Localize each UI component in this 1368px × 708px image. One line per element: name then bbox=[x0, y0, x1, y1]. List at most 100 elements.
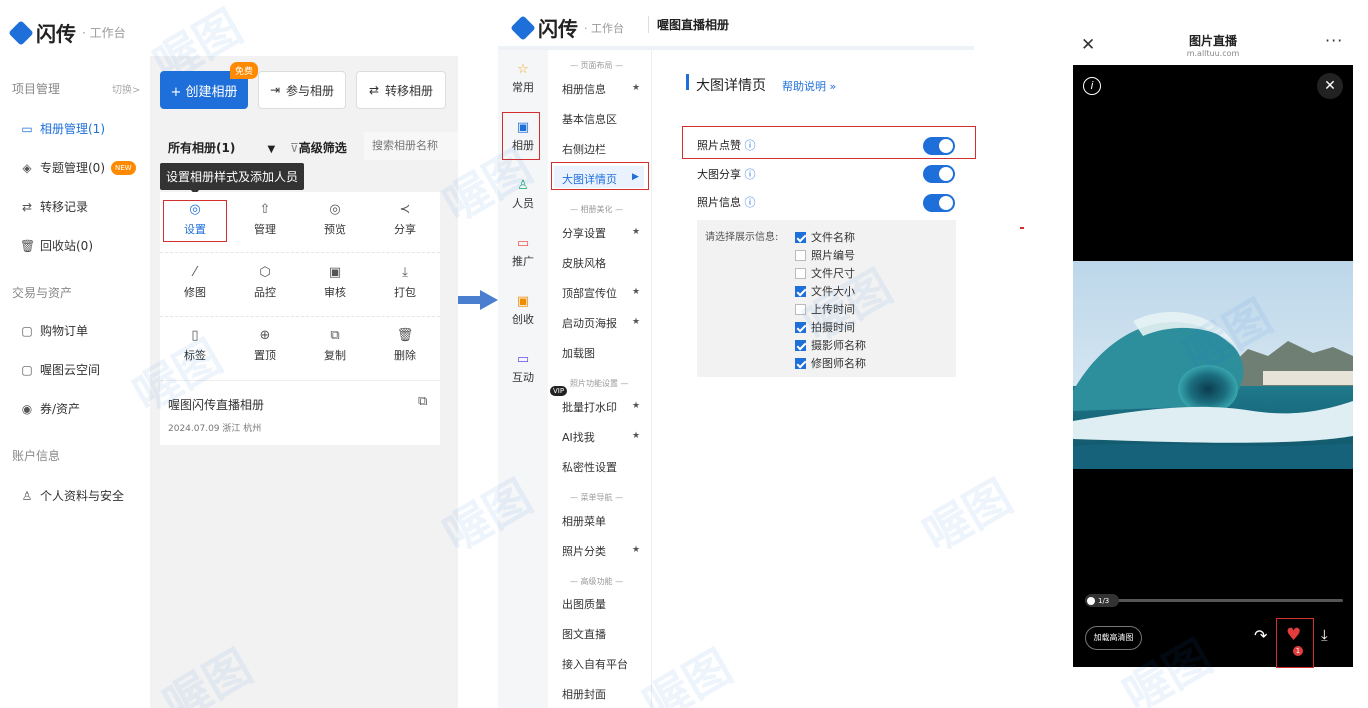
transfer-icon: ⇄ bbox=[368, 83, 380, 97]
workbench-panel: 闪传 · 工作台 项目管理 切换> ▭ 相册管理(1) ◈ 专题管理(0) NE… bbox=[0, 0, 458, 708]
option-photographer[interactable]: 摄影师名称 bbox=[795, 337, 866, 353]
search-album-input[interactable] bbox=[364, 132, 458, 160]
nav-revenue[interactable]: ▣ 创收 bbox=[498, 294, 548, 327]
advanced-filter-button[interactable]: ⊽高级筛选 bbox=[290, 139, 347, 156]
sidebar-item-topic[interactable]: ◈ 专题管理(0) NEW bbox=[20, 159, 136, 176]
load-hd-button[interactable]: 加载高清图 bbox=[1085, 626, 1142, 650]
sidebar-item-transfer[interactable]: ⇄ 转移记录 bbox=[20, 198, 88, 215]
menu-loading[interactable]: 加载图 bbox=[562, 345, 595, 361]
option-photo-number[interactable]: 照片编号 bbox=[795, 247, 855, 263]
action-delete[interactable]: 🗑 删除 bbox=[370, 328, 440, 363]
checkbox[interactable] bbox=[795, 267, 806, 279]
section-marker bbox=[686, 74, 689, 90]
checkbox-checked[interactable] bbox=[795, 321, 806, 333]
sidebar-item-coupon[interactable]: ◉ 券/资产 bbox=[20, 400, 80, 417]
divider bbox=[160, 252, 440, 253]
switch-link[interactable]: 切换> bbox=[112, 81, 140, 96]
menu-own-platform[interactable]: 接入自有平台 bbox=[562, 656, 628, 672]
album-icon: ▭ bbox=[21, 121, 33, 136]
toggle-label-info: 照片信息 ⓘ bbox=[697, 196, 756, 209]
option-file-size[interactable]: 文件大小 bbox=[795, 283, 855, 299]
nav-common[interactable]: ☆ 常用 bbox=[498, 62, 548, 95]
album-filter-select[interactable]: 所有相册(1) ▼ bbox=[168, 139, 275, 156]
action-share[interactable]: ≺ 分享 bbox=[370, 202, 440, 237]
action-copy[interactable]: ⧉ 复制 bbox=[300, 328, 370, 363]
info-icon[interactable]: i bbox=[1083, 77, 1101, 95]
brand-logo[interactable]: 闪传 · 工作台 bbox=[8, 18, 126, 47]
menu-privacy[interactable]: 私密性设置 bbox=[562, 459, 617, 475]
review-icon: ▣ bbox=[328, 265, 342, 280]
star-icon: ★ bbox=[632, 287, 641, 297]
sidebar-item-profile[interactable]: ♙ 个人资料与安全 bbox=[20, 487, 124, 504]
close-viewer-icon[interactable]: ✕ bbox=[1317, 73, 1343, 99]
menu-ai-find[interactable]: AI找我 bbox=[562, 429, 595, 445]
menu-share-settings[interactable]: 分享设置 bbox=[562, 225, 606, 241]
menu-album-info[interactable]: 相册信息 bbox=[562, 81, 606, 97]
share-icon[interactable]: ↷ bbox=[1254, 626, 1267, 645]
action-quality[interactable]: ⬡ 品控 bbox=[230, 265, 300, 300]
action-preview[interactable]: ◎ 预览 bbox=[300, 202, 370, 237]
checkbox[interactable] bbox=[795, 303, 806, 315]
action-manage[interactable]: ⇧ 管理 bbox=[230, 202, 300, 237]
action-tag[interactable]: ▯ 标签 bbox=[160, 328, 230, 363]
sidebar-item-trash[interactable]: 🗑 回收站(0) bbox=[20, 237, 93, 254]
mobile-header: ✕ 图片直播 m.alltuu.com ··· bbox=[1073, 25, 1353, 65]
progress-knob[interactable] bbox=[1087, 596, 1095, 605]
toggle-share[interactable] bbox=[923, 165, 955, 183]
album-title[interactable]: 喔图闪传直播相册 bbox=[168, 396, 264, 413]
enter-icon: ⇥ bbox=[269, 83, 281, 97]
menu-splash[interactable]: 启动页海报 bbox=[562, 315, 617, 331]
download-icon[interactable]: ⤓ bbox=[1321, 626, 1328, 644]
action-pin-top[interactable]: ⊕ 置顶 bbox=[230, 328, 300, 363]
brand-logo[interactable]: 闪传 · 工作台 bbox=[510, 13, 624, 42]
transfer-icon: ⇄ bbox=[21, 199, 33, 214]
checkbox-checked[interactable] bbox=[795, 357, 806, 369]
option-file-name[interactable]: 文件名称 bbox=[795, 229, 855, 245]
nav-promote[interactable]: ▭ 推广 bbox=[498, 236, 548, 269]
progress-track[interactable] bbox=[1085, 599, 1343, 602]
help-icon[interactable]: ⓘ bbox=[745, 168, 756, 181]
option-retoucher[interactable]: 修图师名称 bbox=[795, 355, 866, 371]
nav-people[interactable]: ♙ 人员 bbox=[498, 178, 548, 211]
copy-icon[interactable]: ⧉ bbox=[418, 394, 427, 409]
cloud-icon: ▢ bbox=[21, 362, 33, 377]
action-retouch[interactable]: ⁄ 修图 bbox=[160, 265, 230, 300]
sidebar-item-cloud[interactable]: ▢ 喔图云空间 bbox=[20, 361, 100, 378]
checkbox-checked[interactable] bbox=[795, 285, 806, 297]
menu-skin[interactable]: 皮肤风格 bbox=[562, 255, 606, 271]
toggle-label-share: 大图分享 ⓘ bbox=[697, 168, 756, 181]
vip-badge: VIP bbox=[550, 386, 568, 396]
menu-top-banner[interactable]: 顶部宣传位 bbox=[562, 285, 617, 301]
tooltip: 设置相册样式及添加人员 bbox=[160, 163, 305, 190]
menu-text-live[interactable]: 图文直播 bbox=[562, 626, 606, 642]
menu-output-quality[interactable]: 出图质量 bbox=[562, 596, 606, 612]
checkbox[interactable] bbox=[795, 249, 806, 261]
menu-right-sidebar[interactable]: 右侧边栏 bbox=[562, 141, 606, 157]
more-icon[interactable]: ··· bbox=[1325, 31, 1343, 50]
menu-basic-info[interactable]: 基本信息区 bbox=[562, 111, 617, 127]
transfer-album-button[interactable]: ⇄ 转移相册 bbox=[356, 71, 446, 109]
group-trade: 交易与资产 bbox=[12, 286, 73, 300]
sidebar-item-album[interactable]: ▭ 相册管理(1) bbox=[20, 120, 105, 137]
toggle-info[interactable] bbox=[923, 194, 955, 212]
action-review[interactable]: ▣ 审核 bbox=[300, 265, 370, 300]
coupon-icon: ◉ bbox=[21, 401, 33, 416]
menu-album-menu[interactable]: 相册菜单 bbox=[562, 513, 606, 529]
sidebar-item-orders[interactable]: ▢ 购物订单 bbox=[20, 322, 88, 339]
option-upload-time[interactable]: 上传时间 bbox=[795, 301, 855, 317]
highlight-like-toggle bbox=[682, 126, 976, 159]
nav-interact[interactable]: ▭ 互动 bbox=[498, 352, 548, 385]
checkbox-checked[interactable] bbox=[795, 231, 806, 243]
menu-watermark[interactable]: 批量打水印 bbox=[562, 399, 617, 415]
help-icon[interactable]: ⓘ bbox=[745, 196, 756, 209]
option-file-dimensions[interactable]: 文件尺寸 bbox=[795, 265, 855, 281]
checkbox-checked[interactable] bbox=[795, 339, 806, 351]
menu-album-cover[interactable]: 相册封面 bbox=[562, 686, 606, 702]
action-download[interactable]: ⤓ 打包 bbox=[370, 265, 440, 300]
option-shoot-time[interactable]: 拍摄时间 bbox=[795, 319, 855, 335]
retouch-icon: ⁄ bbox=[193, 265, 197, 280]
menu-photo-category[interactable]: 照片分类 bbox=[562, 543, 606, 559]
manage-icon: ⇧ bbox=[259, 202, 271, 217]
join-album-button[interactable]: ⇥ 参与相册 bbox=[258, 71, 346, 109]
help-link[interactable]: 帮助说明 » bbox=[782, 78, 836, 94]
